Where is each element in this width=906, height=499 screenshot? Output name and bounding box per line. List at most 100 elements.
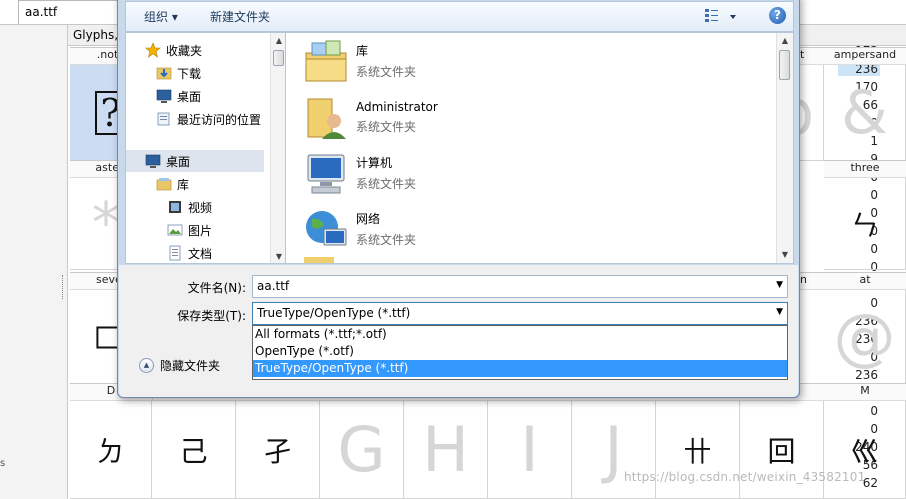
savetype-option-all[interactable]: All formats (*.ttf;*.otf) [253,326,787,343]
user-folder-icon [307,98,346,139]
watermark: https://blog.csdn.net/weixin_43582101 [624,470,866,484]
nav-label: 库 [177,177,190,192]
scroll-thumb[interactable] [273,50,284,66]
nav-label: 桌面 [177,89,202,104]
content-pane: 库 系统文件夹 Administrator 系统文件夹 计算机 系统文件夹 网络… [285,32,794,264]
nav-item-videos[interactable]: 视频 [167,196,212,218]
grip-handle[interactable] [62,275,66,299]
scroll-down-arrow[interactable]: ▼ [777,247,793,263]
glyph-seven: 匚 [93,317,118,357]
glyph-at: @ [833,300,896,373]
library-icon [156,178,172,191]
glyph-l: 回 [767,434,796,468]
content-item-administrator[interactable]: Administrator 系统文件夹 [302,91,438,143]
nav-label: 下载 [177,66,202,81]
organize-button[interactable]: 组织 ▾ [144,8,178,25]
view-options-button[interactable] [703,6,739,26]
glyph-cell-row5-0[interactable]: ㄉ [70,401,152,499]
glyph-cell-row5-1[interactable]: 己 [152,401,236,499]
glyph-three: ㄣ [850,208,879,242]
nav-item-recent[interactable]: 最近访问的位置 [156,108,261,130]
desktop-icon [145,154,161,168]
editor-tab[interactable]: aa.ttf [18,0,118,24]
content-item-text: 库 系统文件夹 [356,42,416,80]
glyph-cell-row5-7[interactable]: 卄 [656,401,740,499]
glyph-cell-row5-9[interactable]: 巛 [824,401,906,499]
filename-label: 文件名(N): [187,281,246,295]
scroll-down-arrow[interactable]: ▼ [271,249,285,263]
glyph-j: J [604,413,623,486]
content-item-library[interactable]: 库 系统文件夹 [302,35,416,87]
nav-label: 图片 [188,223,213,238]
partial-folder-icon [304,257,334,263]
glyph-cell-seven[interactable]: 匚 [70,290,118,384]
content-item-network[interactable]: 网络 系统文件夹 [302,203,416,255]
glyph-cell-row5-8[interactable]: 回 [740,401,824,499]
glyph-i: I [520,413,539,486]
new-folder-button[interactable]: 新建文件夹 [210,8,270,25]
content-item-name: 库 [356,44,369,58]
savetype-option-otf[interactable]: OpenType (*.otf) [253,343,787,360]
content-item-computer[interactable]: 计算机 系统文件夹 [302,147,416,199]
glyph-h: H [422,413,469,486]
nav-label: 最近访问的位置 [177,112,262,127]
nav-item-pictures[interactable]: 图片 [167,219,212,241]
save-dialog: 组织 ▾ 新建文件夹 ? 收藏夹 下载 桌面 最近访问的位置 桌面 库 视频 图… [117,0,800,398]
library-folder-icon [305,40,347,82]
savetype-option-ttf[interactable]: TrueType/OpenType (*.ttf) [253,360,787,377]
content-item-type: 系统文件夹 [356,119,417,134]
nav-item-favorites[interactable]: 收藏夹 [145,39,202,61]
glyph-cell-ampersand[interactable]: & [824,65,906,161]
metrics-strip [0,25,68,499]
nav-label: 桌面 [166,154,191,169]
glyph-label-seven: seve [70,272,118,290]
scroll-up-arrow[interactable]: ▲ [271,33,285,49]
glyph-label-m: M [824,383,906,401]
glyph-cell-at[interactable]: @ [824,290,906,384]
glyph-cell-row5-2[interactable]: 孑 [236,401,320,499]
nav-item-documents[interactable]: 文档 [167,242,212,263]
glyph-label-at: at [824,272,906,290]
content-item-text: Administrator 系统文件夹 [356,100,438,135]
savetype-label: 保存类型(T): [177,309,246,323]
nav-item-library[interactable]: 库 [156,173,189,195]
network-globe-icon [306,211,347,246]
glyph-cell-row5-6[interactable]: J [572,401,656,499]
glyph-k: 卄 [683,434,712,468]
filename-input[interactable]: aa.ttf ▼ [252,275,788,298]
save-form-area: 文件名(N): aa.ttf ▼ 保存类型(T): TrueType/OpenT… [119,265,798,397]
downloads-folder-icon [156,67,172,80]
glyphs-header-label: Glyphs, [73,28,119,42]
glyph-e: 己 [179,434,208,468]
computer-icon [307,154,345,194]
scroll-up-arrow[interactable]: ▲ [777,33,793,49]
pictures-icon [167,224,183,236]
glyph-cell-asterisk[interactable]: * [70,178,118,270]
nav-item-downloads[interactable]: 下载 [156,62,201,84]
chevron-down-icon[interactable]: ▼ [776,307,783,317]
glyph-cell-row5-5[interactable]: I [488,401,572,499]
glyph-label-ampersand: ampersand [824,47,906,65]
nav-label: 视频 [188,200,213,215]
content-item-name: 计算机 [356,156,393,170]
glyph-cell-row5-3[interactable]: G [320,401,404,499]
documents-icon [169,245,181,261]
content-scrollbar[interactable]: ▲ ▼ [776,33,793,263]
content-item-text: 计算机 系统文件夹 [356,154,416,192]
chevron-down-icon[interactable]: ▼ [776,280,783,290]
content-item-type: 系统文件夹 [356,65,417,79]
nav-item-desktop-fav[interactable]: 桌面 [156,85,201,107]
glyph-d: ㄉ [96,434,125,468]
glyph-cell-b-partial[interactable]: b [800,65,824,161]
nav-label: 收藏夹 [166,43,203,58]
scroll-thumb[interactable] [779,50,790,80]
help-button[interactable]: ? [769,7,786,24]
glyph-cell-three[interactable]: ㄣ [824,178,906,270]
nav-scrollbar[interactable]: ▲ ▼ [270,33,285,263]
hide-folders-toggle[interactable]: ▲ 隐藏文件夹 [139,357,220,374]
nav-item-desktop[interactable]: 桌面 [145,150,190,172]
glyph-m: 巛 [850,434,879,468]
glyph-cell-row5-4[interactable]: H [404,401,488,499]
savetype-select[interactable]: TrueType/OpenType (*.ttf) ▼ [252,302,788,325]
editor-tab-title: aa.ttf [25,5,58,19]
